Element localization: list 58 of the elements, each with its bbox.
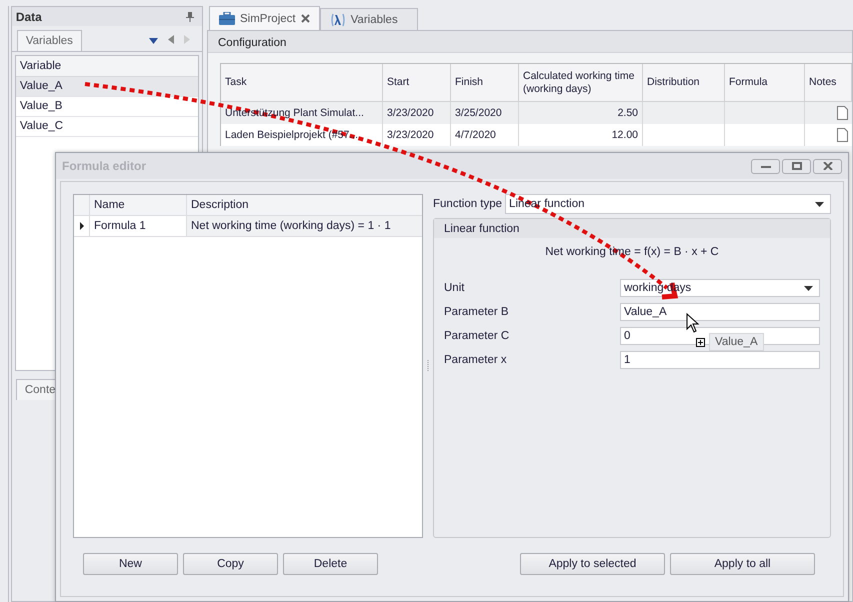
briefcase-icon [219,12,235,25]
column-header[interactable]: Finish [451,64,519,101]
document-tab[interactable]: SimProject [209,6,320,30]
column-header[interactable]: Distribution [643,64,725,101]
maximize-icon [792,162,802,170]
formula-row[interactable]: Formula 1 Net working time (working days) = 1 · 1 [74,216,422,237]
variable-row[interactable]: Value_B [16,97,198,117]
table-cell: 4/7/2020 [451,124,519,146]
minimize-icon [760,164,770,168]
left-arrow-icon[interactable] [168,35,174,44]
table-cell: 2.50 [519,102,643,124]
column-header[interactable]: Formula [725,64,805,101]
variable-row[interactable]: Value_A [16,77,198,97]
group-title: Linear function [444,222,520,234]
maximize-button[interactable] [782,158,811,174]
dialog-button[interactable]: Delete [283,553,378,575]
dropdown-icon[interactable] [149,38,158,44]
table-cell: Net working time (working days) = 1 · 1 [187,216,422,236]
close-button[interactable] [813,158,842,174]
close-icon [822,162,832,170]
table-cell: 3/23/2020 [383,124,451,146]
field-label: Unit [444,282,466,294]
field-label: Parameter B [444,306,510,318]
panel-title: Data [16,10,42,24]
field-label: Function type [433,198,502,210]
panel-tab[interactable]: Variables [16,30,82,51]
dialog-button[interactable]: Apply to all [670,553,815,575]
column-header[interactable]: Description [187,195,422,215]
column-header[interactable]: Start [383,64,451,101]
dialog-button[interactable]: Copy [183,553,278,575]
dialog-title: Formula editor [62,159,146,173]
column-header[interactable]: Task [221,64,383,101]
input-field[interactable]: Value_A [620,303,820,321]
column-header[interactable]: Name [90,195,187,215]
table-cell: 3/25/2020 [451,102,519,124]
row-indicator-icon [80,222,84,230]
dialog-button[interactable]: New [83,553,178,575]
field-label: Parameter C [444,330,510,342]
table-cell: 3/23/2020 [383,102,451,124]
drag-label: Value_A [709,333,764,351]
lambda-icon [330,12,346,26]
pin-icon[interactable] [186,12,194,22]
document-tab[interactable]: Variables [320,8,418,30]
table-cell: 12.00 [519,124,643,146]
minimize-button[interactable] [751,158,780,174]
section-title: Configuration [218,36,286,48]
input-field[interactable]: 1 [620,351,820,369]
dialog-button[interactable]: Apply to selected [520,553,665,575]
variable-row[interactable]: Value_C [16,117,198,137]
column-header[interactable]: Variable [16,56,198,77]
column-header[interactable]: Calculated working time (working days) [519,64,643,101]
dropdown-arrow-icon [804,286,813,290]
note-icon[interactable] [837,106,848,120]
note-icon[interactable] [837,128,848,142]
dropdown-arrow-icon [815,202,824,206]
close-icon[interactable] [300,14,310,23]
field-label: Parameter x [444,354,508,366]
column-header[interactable]: Notes [805,64,852,101]
